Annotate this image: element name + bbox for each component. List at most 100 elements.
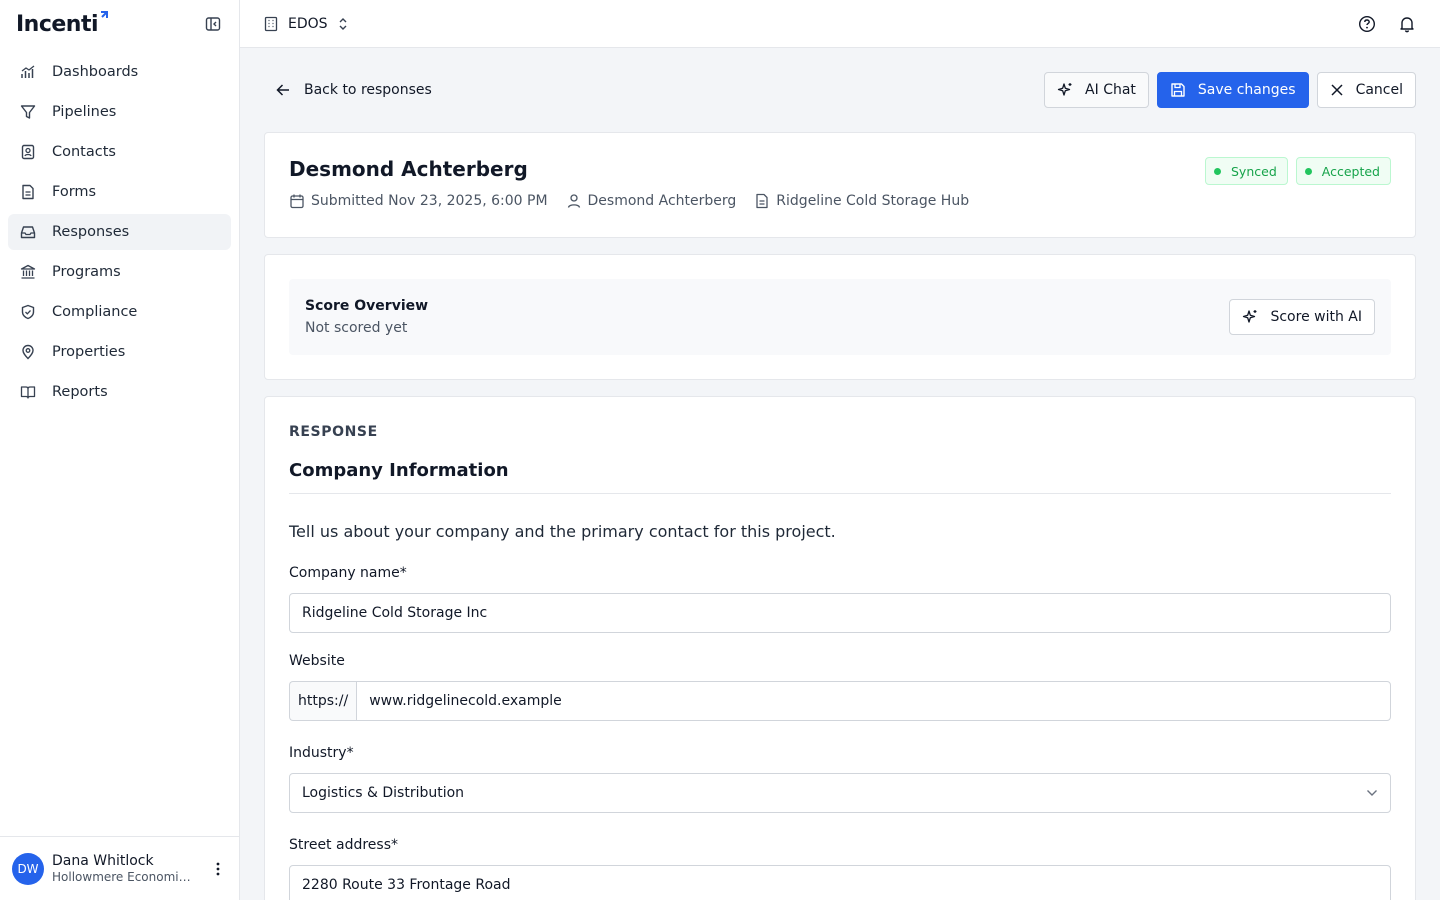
status-dot-icon (1304, 167, 1312, 175)
save-icon (1170, 82, 1186, 98)
sidebar-header: Incenti (0, 0, 239, 48)
sidebar-item-dashboards[interactable]: Dashboards (8, 54, 231, 90)
more-vertical-icon[interactable] (208, 859, 228, 879)
bank-icon (20, 264, 36, 280)
company-name-label: Company name* (289, 565, 407, 581)
avatar: DW (12, 852, 44, 885)
save-changes-button[interactable]: Save changes (1156, 72, 1309, 108)
industry-label: Industry* (289, 745, 354, 761)
submitted-date: Submitted Nov 23, 2025, 6:00 PM (289, 193, 548, 209)
submission-header-card: Desmond Achterberg Submitted Nov 23, 202… (264, 132, 1416, 238)
website-label: Website (289, 653, 345, 669)
sidebar-item-label: Dashboards (52, 64, 139, 80)
user-org: Hollowmere Economic Development (52, 869, 192, 884)
badge-label: Synced (1231, 163, 1277, 179)
street-address-label: Street address* (289, 837, 398, 853)
contact-icon (20, 144, 36, 160)
sidebar-item-forms[interactable]: Forms (8, 174, 231, 210)
sidebar-item-label: Compliance (52, 304, 138, 320)
submission-meta: Submitted Nov 23, 2025, 6:00 PM Desmond … (289, 193, 1391, 209)
sidebar-item-label: Programs (52, 264, 121, 280)
cancel-button[interactable]: Cancel (1316, 72, 1416, 108)
sidebar-item-label: Forms (52, 184, 97, 200)
building-icon (264, 16, 278, 32)
status-badge-accepted: Accepted (1295, 157, 1391, 185)
industry-value: Logistics & Distribution (302, 785, 465, 801)
org-name: EDOS (288, 15, 328, 32)
top-bar-actions (1358, 15, 1416, 33)
collapse-sidebar-icon[interactable] (203, 14, 223, 34)
logo-text: Incenti (16, 11, 99, 37)
company-name-field[interactable]: Ridgeline Cold Storage Inc (289, 593, 1391, 633)
book-icon (20, 384, 36, 400)
score-title: Score Overview (305, 298, 429, 314)
score-overview-card: Score Overview Not scored yet Score with… (264, 254, 1416, 380)
website-input-group: https:// www.ridgelinecold.example (289, 681, 1391, 721)
action-row: Back to responses AI Chat Save changes C… (264, 48, 1416, 132)
map-pin-icon (20, 344, 36, 360)
badge-label: Accepted (1321, 163, 1380, 179)
response-card: RESPONSE Company Information Tell us abo… (264, 396, 1416, 900)
ai-chat-button[interactable]: AI Chat (1044, 72, 1149, 108)
sidebar-item-programs[interactable]: Programs (8, 254, 231, 290)
sparkles-icon (1057, 82, 1073, 98)
shield-icon (20, 304, 36, 320)
section-label: RESPONSE (289, 424, 378, 440)
chart-icon (20, 64, 36, 80)
website-prefix: https:// (289, 681, 357, 721)
user-menu[interactable]: DW Dana Whitlock Hollowmere Economic Dev… (0, 836, 240, 900)
calendar-icon (289, 193, 305, 209)
company-name-value: Ridgeline Cold Storage Inc (302, 605, 488, 621)
score-overview-panel: Score Overview Not scored yet Score with… (289, 279, 1391, 355)
inbox-icon (20, 224, 36, 240)
sidebar-nav: Dashboards Pipelines Contacts Forms Resp… (0, 54, 239, 410)
sidebar-item-contacts[interactable]: Contacts (8, 134, 231, 170)
bell-icon[interactable] (1398, 15, 1416, 33)
back-to-responses-link[interactable]: Back to responses (276, 82, 432, 98)
chevron-down-icon (1366, 789, 1378, 797)
ai-chat-label: AI Chat (1085, 82, 1136, 98)
logo-arrow-icon (101, 10, 109, 18)
status-badge-synced: Synced (1205, 157, 1288, 185)
sidebar: Incenti Dashboards Pipelines Contacts Fo… (0, 0, 240, 900)
arrow-left-icon (276, 83, 290, 97)
save-changes-label: Save changes (1197, 82, 1296, 98)
cancel-label: Cancel (1355, 82, 1403, 98)
user-info: Dana Whitlock Hollowmere Economic Develo… (52, 853, 208, 885)
sparkles-icon (1242, 309, 1258, 325)
sidebar-item-responses[interactable]: Responses (8, 214, 231, 250)
project-link[interactable]: Ridgeline Cold Storage Hub (754, 193, 969, 209)
website-field[interactable]: www.ridgelinecold.example (356, 681, 1391, 721)
sidebar-item-properties[interactable]: Properties (8, 334, 231, 370)
industry-select[interactable]: Logistics & Distribution (289, 773, 1391, 813)
submitter: Desmond Achterberg (566, 193, 737, 209)
score-with-ai-button[interactable]: Score with AI (1229, 299, 1375, 335)
submitter-name: Desmond Achterberg (587, 193, 737, 209)
user-icon (566, 193, 582, 209)
score-with-ai-label: Score with AI (1270, 309, 1362, 325)
sidebar-item-label: Pipelines (52, 104, 117, 120)
top-bar: EDOS (240, 0, 1440, 48)
help-icon[interactable] (1358, 15, 1376, 33)
submitted-text: Submitted Nov 23, 2025, 6:00 PM (311, 193, 548, 209)
status-badges: Synced Accepted (1205, 157, 1391, 185)
app-logo[interactable]: Incenti (16, 10, 109, 37)
website-value: www.ridgelinecold.example (369, 693, 562, 709)
org-switcher[interactable]: EDOS (264, 16, 348, 32)
project-name: Ridgeline Cold Storage Hub (776, 193, 970, 209)
section-description: Tell us about your company and the prima… (289, 522, 836, 541)
back-label: Back to responses (304, 82, 432, 98)
sidebar-item-compliance[interactable]: Compliance (8, 294, 231, 330)
score-status: Not scored yet (305, 320, 408, 336)
sidebar-item-pipelines[interactable]: Pipelines (8, 94, 231, 130)
street-address-value: 2280 Route 33 Frontage Road (302, 877, 511, 893)
user-name: Dana Whitlock (52, 852, 154, 869)
street-address-field[interactable]: 2280 Route 33 Frontage Road (289, 865, 1391, 900)
sidebar-item-label: Responses (52, 224, 130, 240)
sidebar-item-reports[interactable]: Reports (8, 374, 231, 410)
section-title: Company Information (289, 460, 1391, 494)
chevrons-up-down-icon (338, 17, 348, 31)
score-text: Score Overview Not scored yet (305, 298, 428, 336)
sidebar-item-label: Properties (52, 344, 126, 360)
sidebar-item-label: Contacts (52, 144, 116, 160)
